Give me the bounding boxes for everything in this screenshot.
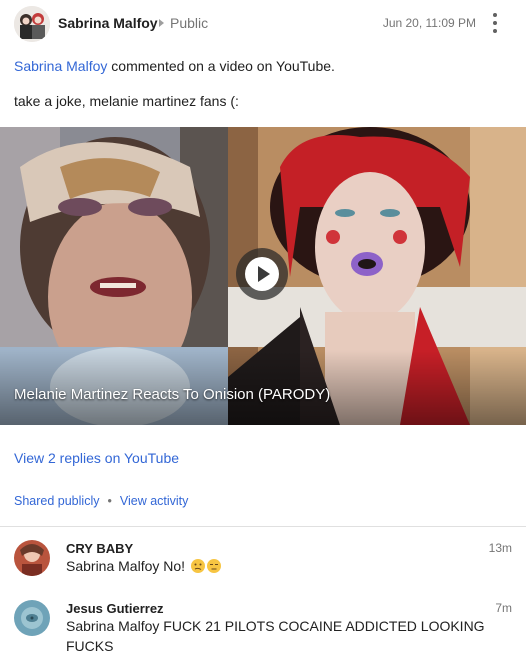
play-button[interactable] bbox=[236, 248, 288, 300]
caret-right-icon bbox=[159, 19, 164, 27]
comment-body: No! bbox=[163, 558, 186, 574]
play-icon bbox=[245, 257, 279, 291]
separator-dot: • bbox=[107, 494, 112, 508]
visibility-label[interactable]: Public bbox=[170, 15, 208, 31]
comment-mention[interactable]: Sabrina Malfoy bbox=[66, 618, 159, 634]
activity-line: Sabrina Malfoy commented on a video on Y… bbox=[14, 58, 335, 74]
comment-text: Sabrina Malfoy FUCK 21 PILOTS COCAINE AD… bbox=[66, 616, 486, 656]
comment-text: Sabrina Malfoy No! bbox=[66, 556, 486, 576]
expressionless-face-emoji bbox=[206, 559, 221, 573]
commenter-avatar[interactable] bbox=[14, 600, 50, 636]
activity-user-link[interactable]: Sabrina Malfoy bbox=[14, 58, 107, 74]
comment-author[interactable]: Jesus Gutierrez bbox=[66, 601, 164, 616]
post-timestamp[interactable]: Jun 20, 11:09 PM bbox=[383, 16, 476, 30]
commenter-avatar[interactable] bbox=[14, 540, 50, 576]
more-vert-icon[interactable] bbox=[484, 10, 506, 36]
post-text: take a joke, melanie martinez fans (: bbox=[14, 93, 239, 109]
comment-time: 7m bbox=[495, 601, 512, 615]
confused-face-emoji bbox=[190, 559, 205, 573]
author-avatar[interactable] bbox=[14, 6, 50, 42]
activity-text: commented on a video on YouTube. bbox=[111, 58, 335, 74]
comment-author[interactable]: CRY BABY bbox=[66, 541, 133, 556]
comments-divider bbox=[0, 526, 526, 527]
shared-publicly-link[interactable]: Shared publicly bbox=[14, 494, 99, 508]
comment-mention[interactable]: Sabrina Malfoy bbox=[66, 558, 159, 574]
post-header: Sabrina Malfoy Public Jun 20, 11:09 PM bbox=[0, 0, 526, 50]
view-activity-link[interactable]: View activity bbox=[120, 494, 189, 508]
comment-time: 13m bbox=[488, 541, 512, 555]
view-replies-link[interactable]: View 2 replies on YouTube bbox=[14, 450, 179, 466]
share-activity-row: Shared publicly • View activity bbox=[14, 494, 188, 508]
video-title[interactable]: Melanie Martinez Reacts To Onision (PARO… bbox=[14, 386, 330, 403]
author-name[interactable]: Sabrina Malfoy bbox=[58, 15, 158, 31]
